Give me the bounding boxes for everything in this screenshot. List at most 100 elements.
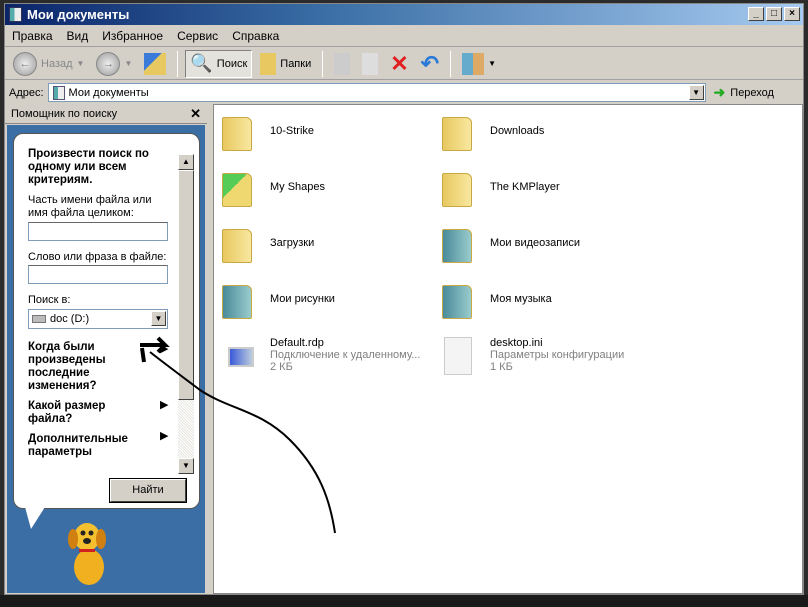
- folder-icon: [442, 117, 472, 151]
- look-in-dropdown[interactable]: ▼: [151, 311, 166, 326]
- search-button[interactable]: 🔍 Поиск: [185, 49, 253, 78]
- file-item[interactable]: My Shapes: [220, 167, 430, 211]
- title-bar: Мои документы _ □ ×: [5, 4, 803, 25]
- search-dog-icon: [68, 523, 106, 585]
- delete-icon: ✕: [390, 50, 409, 76]
- menu-help[interactable]: Справка: [225, 26, 286, 46]
- file-item[interactable]: The KMPlayer: [440, 167, 650, 211]
- back-arrow-icon: ←: [13, 51, 37, 76]
- file-size: 1 КБ: [490, 361, 513, 373]
- expand-arrow-icon[interactable]: ▶: [160, 429, 168, 442]
- undo-icon: ↶: [420, 50, 440, 76]
- address-input[interactable]: Мои документы ▼: [47, 83, 706, 102]
- file-item[interactable]: desktop.ini Параметры конфигурации 1 КБ: [440, 335, 660, 379]
- explorer-window: Мои документы _ □ × Правка Вид Избранное…: [4, 3, 804, 595]
- forward-arrow-icon: →: [96, 51, 121, 76]
- folders-label: Папки: [280, 57, 312, 70]
- file-name-input[interactable]: [28, 222, 168, 241]
- name-label: Часть имени файла или имя файла целиком:: [28, 194, 152, 219]
- when-modified-option[interactable]: Когда были произведены последние изменен…: [28, 341, 138, 393]
- file-name: Downloads: [490, 125, 545, 137]
- look-in-select[interactable]: doc (D:) ▼: [28, 309, 168, 329]
- phrase-label: Слово или фраза в файле:: [28, 251, 167, 263]
- file-name: My Shapes: [270, 181, 326, 193]
- phrase-input[interactable]: [28, 265, 168, 284]
- go-label: Переход: [730, 86, 774, 99]
- back-button[interactable]: ← Назад ▼: [9, 50, 88, 78]
- copy-to-icon: [362, 52, 379, 75]
- bubble-tail: [25, 507, 45, 529]
- remote-desktop-icon: [228, 347, 254, 367]
- move-to-icon: [334, 52, 351, 75]
- views-icon: [462, 52, 485, 75]
- menu-edit[interactable]: Правка: [5, 26, 60, 46]
- pictures-folder-icon: [222, 285, 252, 319]
- menu-view[interactable]: Вид: [60, 26, 96, 46]
- copy-to-button[interactable]: [358, 50, 382, 78]
- file-item[interactable]: Загрузки: [220, 223, 430, 267]
- look-in-value: doc (D:): [50, 313, 90, 325]
- file-name: Моя музыка: [490, 293, 552, 305]
- back-label: Назад: [41, 57, 73, 70]
- expand-arrow-icon[interactable]: ▶: [160, 398, 168, 411]
- folder-icon: [222, 117, 252, 151]
- search-panel-title: Помощник по поиску: [11, 108, 118, 120]
- go-arrow-icon: ➜: [713, 84, 726, 100]
- menu-bar: Правка Вид Избранное Сервис Справка: [5, 26, 803, 47]
- file-name: Мои рисунки: [270, 293, 335, 305]
- address-label: Адрес:: [9, 86, 44, 99]
- drive-icon: [32, 315, 46, 323]
- file-item[interactable]: Default.rdp Подключение к удаленному... 2 …: [220, 335, 440, 379]
- shapes-folder-icon: [222, 173, 252, 207]
- my-documents-icon: [9, 7, 22, 22]
- expand-arrow-icon[interactable]: ▶: [160, 342, 168, 355]
- views-button[interactable]: ▼: [458, 50, 500, 78]
- close-panel-icon[interactable]: ✕: [190, 104, 201, 124]
- search-companion-panel: Помощник по поиску ✕ Произвести поиск по …: [5, 104, 207, 594]
- music-folder-icon: [442, 285, 472, 319]
- file-name: Загрузки: [270, 237, 315, 249]
- file-name: Default.rdp: [270, 337, 324, 349]
- undo-button[interactable]: ↶: [417, 50, 443, 78]
- file-name: The KMPlayer: [490, 181, 560, 193]
- file-list: 10-Strike Downloads My Shapes The KMPlay…: [213, 104, 803, 594]
- file-item[interactable]: Моя музыка: [440, 279, 650, 323]
- menu-favorites[interactable]: Избранное: [95, 26, 170, 46]
- find-button[interactable]: Найти: [109, 478, 187, 503]
- file-size: 2 КБ: [270, 361, 293, 373]
- file-name: Мои видеозаписи: [490, 237, 581, 249]
- address-dropdown[interactable]: ▼: [688, 85, 704, 100]
- folder-icon: [222, 229, 252, 263]
- maximize-button[interactable]: □: [766, 7, 782, 21]
- move-to-button[interactable]: [330, 50, 354, 78]
- panel-scrollbar[interactable]: ▲ ▼: [178, 154, 194, 474]
- delete-button[interactable]: ✕: [386, 50, 412, 78]
- search-heading: Произвести поиск по одному или всем крит…: [28, 148, 149, 186]
- search-label: Поиск: [216, 57, 248, 70]
- up-folder-button[interactable]: [140, 50, 170, 78]
- close-button[interactable]: ×: [784, 7, 800, 21]
- search-bubble: Произвести поиск по одному или всем крит…: [13, 133, 200, 509]
- folders-icon: [260, 52, 277, 75]
- file-item[interactable]: Мои рисунки: [220, 279, 430, 323]
- file-description: Подключение к удаленному...: [270, 349, 421, 361]
- size-option[interactable]: Какой размер файла?: [28, 400, 138, 426]
- file-item[interactable]: Downloads: [440, 111, 650, 155]
- window-title: Мои документы: [27, 7, 130, 22]
- minimize-button[interactable]: _: [748, 7, 764, 21]
- my-documents-icon: [52, 85, 65, 100]
- config-file-icon: [444, 337, 472, 375]
- advanced-option[interactable]: Дополнительные параметры: [28, 433, 138, 459]
- file-name: desktop.ini: [490, 337, 543, 349]
- look-in-label: Поиск в:: [28, 294, 71, 306]
- file-item[interactable]: 10-Strike: [220, 111, 430, 155]
- file-item[interactable]: Мои видеозаписи: [440, 223, 650, 267]
- go-button[interactable]: ➜ Переход: [714, 84, 774, 101]
- forward-button[interactable]: → ▼: [92, 50, 136, 78]
- folders-button[interactable]: Папки: [256, 50, 315, 78]
- toolbar: ← Назад ▼ → ▼ 🔍 Поиск Папки ✕ ↶ ▼: [5, 48, 803, 80]
- video-folder-icon: [442, 229, 472, 263]
- address-bar: Адрес: Мои документы ▼ ➜ Переход: [5, 81, 803, 104]
- up-folder-icon: [144, 52, 167, 75]
- menu-tools[interactable]: Сервис: [170, 26, 225, 46]
